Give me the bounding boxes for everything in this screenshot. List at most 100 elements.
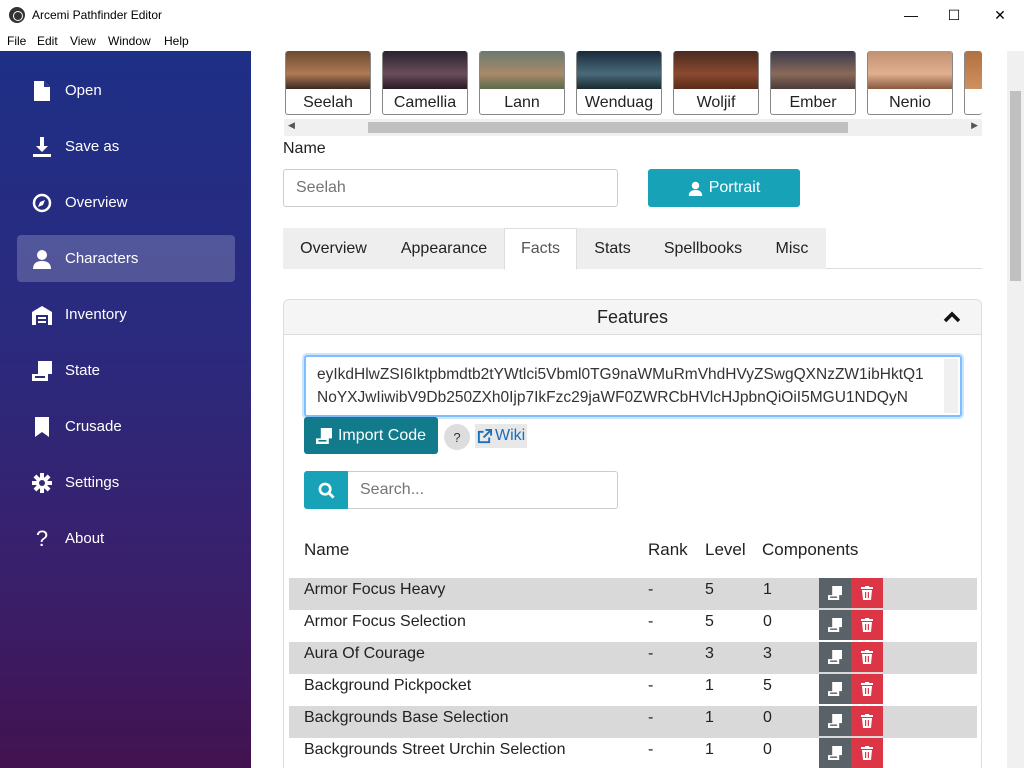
sidebar-item-crusade[interactable]: Crusade	[17, 403, 235, 450]
scrollbar-thumb[interactable]	[1010, 91, 1021, 281]
delete-button[interactable]	[851, 706, 883, 736]
feature-level: 3	[705, 645, 714, 662]
edit-button[interactable]	[819, 578, 851, 608]
portrait-name: Camellia	[393, 94, 457, 111]
portrait-button-label: Portrait	[708, 179, 761, 196]
menu-view[interactable]: View	[70, 34, 96, 48]
sidebar-item-open[interactable]: Open	[17, 67, 235, 114]
search-input[interactable]	[348, 471, 618, 509]
portrait-name: Woljif	[696, 94, 736, 111]
feature-level: 1	[705, 741, 714, 758]
features-header[interactable]: Features	[284, 300, 981, 335]
tab-stats[interactable]: Stats	[577, 228, 648, 269]
sidebar-item-overview[interactable]: Overview	[17, 179, 235, 226]
delete-button[interactable]	[851, 578, 883, 608]
sidebar-item-state[interactable]: State	[17, 347, 235, 394]
table-row: Armor Focus Selection - 5 0	[289, 610, 977, 642]
bookmark-icon	[31, 416, 53, 438]
delete-button[interactable]	[851, 642, 883, 672]
portrait-card[interactable]: Woljif	[673, 51, 759, 115]
scroll-left-icon[interactable]: ◀	[288, 120, 295, 131]
tab-misc[interactable]: Misc	[758, 228, 826, 269]
sidebar-item-label: Characters	[65, 250, 139, 267]
portrait-card[interactable]: Ember	[770, 51, 856, 115]
menu-window[interactable]: Window	[108, 34, 151, 48]
scroll-icon	[828, 682, 842, 696]
menu-bar: File Edit View Window Help	[0, 30, 1024, 51]
column-header-components[interactable]: Components	[762, 540, 858, 560]
minimize-button[interactable]: —	[888, 0, 934, 30]
delete-button[interactable]	[851, 610, 883, 640]
column-header-rank[interactable]: Rank	[648, 540, 688, 560]
sidebar-item-characters[interactable]: Characters	[17, 235, 235, 282]
name-input[interactable]	[283, 169, 618, 207]
edit-button[interactable]	[819, 610, 851, 640]
edit-button[interactable]	[819, 642, 851, 672]
column-header-level[interactable]: Level	[705, 540, 746, 560]
portrait-card[interactable]	[964, 51, 982, 115]
portrait-image	[965, 51, 982, 89]
scrollbar-thumb[interactable]	[368, 122, 848, 133]
sidebar-item-settings[interactable]: Settings	[17, 459, 235, 506]
portrait-image	[868, 51, 952, 89]
scroll-icon	[828, 746, 842, 760]
chevron-up-icon[interactable]	[943, 310, 961, 324]
portrait-card[interactable]: Camellia	[382, 51, 468, 115]
scroll-icon	[315, 427, 332, 444]
portrait-card[interactable]: Nenio	[867, 51, 953, 115]
close-button[interactable]: ✕	[977, 0, 1023, 30]
scroll-right-icon[interactable]: ▶	[971, 120, 978, 131]
feature-components: 0	[763, 741, 772, 758]
feature-rank: -	[648, 709, 654, 726]
menu-edit[interactable]: Edit	[37, 34, 58, 48]
search-button[interactable]	[304, 471, 348, 509]
tab-overview[interactable]: Overview	[283, 228, 384, 269]
tab-spellbooks[interactable]: Spellbooks	[648, 228, 758, 269]
main-scrollbar[interactable]	[1007, 51, 1024, 768]
maximize-button[interactable]: ☐	[931, 0, 977, 30]
app-icon	[9, 7, 25, 23]
portrait-card[interactable]: Seelah	[285, 51, 371, 115]
feature-name: Backgrounds Street Urchin Selection	[304, 741, 566, 758]
tab-appearance[interactable]: Appearance	[384, 228, 504, 269]
portrait-card[interactable]: Lann	[479, 51, 565, 115]
import-code-textarea[interactable]: eyIkdHlwZSI6Iktpbmdtb2tYWtlci5Vbml0TG9na…	[304, 355, 962, 417]
menu-help[interactable]: Help	[164, 34, 189, 48]
import-code-text: eyIkdHlwZSI6Iktpbmdtb2tYWtlci5Vbml0TG9na…	[317, 366, 924, 406]
portrait-name: Wenduag	[584, 94, 654, 111]
portrait-name: Ember	[789, 94, 837, 111]
portrait-card[interactable]: Wenduag	[576, 51, 662, 115]
delete-button[interactable]	[851, 738, 883, 768]
import-code-button[interactable]: Import Code	[304, 417, 438, 454]
sidebar-item-save-as[interactable]: Save as	[17, 123, 235, 170]
compass-icon	[31, 192, 53, 214]
sidebar-item-label: Save as	[65, 138, 120, 155]
external-link-icon	[477, 428, 492, 443]
wiki-link[interactable]: Wiki	[475, 424, 528, 448]
edit-button[interactable]	[819, 674, 851, 704]
trash-icon	[861, 746, 873, 760]
sidebar-item-about[interactable]: ? About	[17, 515, 235, 562]
sidebar-item-inventory[interactable]: Inventory	[17, 291, 235, 338]
portrait-image	[577, 51, 661, 89]
sidebar-item-label: Inventory	[65, 306, 127, 323]
window-title: Arcemi Pathfinder Editor	[32, 8, 163, 22]
edit-button[interactable]	[819, 738, 851, 768]
tab-facts[interactable]: Facts	[504, 228, 577, 270]
help-button[interactable]: ?	[444, 424, 470, 450]
user-icon	[688, 181, 702, 196]
portrait-image	[286, 51, 370, 89]
portrait-image	[771, 51, 855, 89]
feature-rank: -	[648, 613, 654, 630]
sidebar-item-label: Settings	[65, 474, 120, 491]
menu-file[interactable]: File	[7, 34, 26, 48]
feature-name: Aura Of Courage	[304, 645, 425, 662]
textarea-scrollbar[interactable]	[944, 359, 958, 413]
column-header-name[interactable]: Name	[304, 540, 349, 560]
delete-button[interactable]	[851, 674, 883, 704]
portrait-button[interactable]: Portrait	[648, 169, 800, 207]
edit-button[interactable]	[819, 706, 851, 736]
download-icon	[31, 136, 53, 158]
trash-icon	[861, 618, 873, 632]
portrait-scrollbar[interactable]: ◀ ▶	[284, 119, 982, 136]
